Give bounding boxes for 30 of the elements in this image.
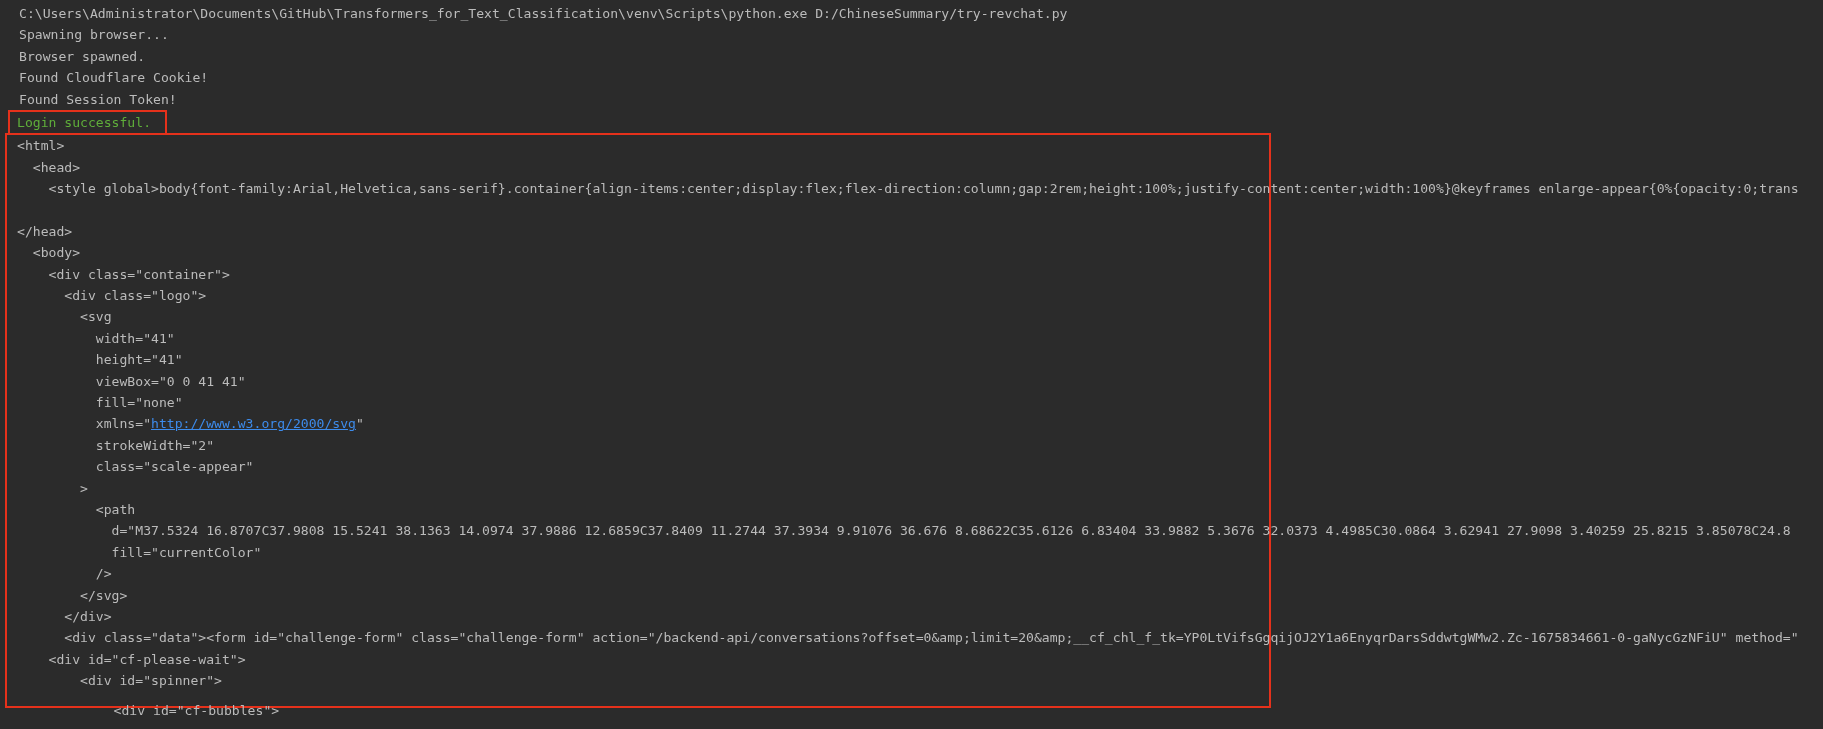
console-line: </svg> [79, 586, 128, 605]
console-line: width="41" [94, 329, 175, 348]
console-line: class="scale-appear" [94, 458, 254, 477]
console-line: C:\Users\Administrator\Documents\GitHub\Transformers_for_Text_Classification\venv\Scripts\python.exe D:/ChineseSummary/try-revchat.py [19, 5, 1068, 23]
console-line: <head> [31, 158, 81, 177]
console-line: </div> [63, 607, 112, 626]
console-line: viewBox="0 0 41 41" [94, 372, 246, 391]
console-line: Found Session Token! [19, 90, 177, 109]
console-line: <path [94, 501, 136, 519]
console-line: > [79, 479, 88, 498]
console-line: Found Cloudflare Cookie! [19, 69, 209, 88]
console-line: Login successful. [17, 113, 151, 132]
console-line: <svg [79, 308, 112, 327]
console-line: fill="none" [94, 394, 183, 413]
console-line: <body> [31, 244, 81, 263]
console-line: Spawning browser... [19, 26, 169, 45]
console-line: <div id="spinner"> [79, 672, 222, 691]
console-line: strokeWidth="2" [94, 436, 215, 455]
console-line: Browser spawned. [19, 47, 146, 66]
link[interactable]: http://www.w3.org/2000/svg [151, 416, 356, 432]
console-line: <div class="logo"> [63, 287, 207, 306]
console-line: /> [94, 565, 112, 584]
console-text: " [356, 416, 364, 432]
console-line: <div id="cf-please-wait"> [47, 650, 246, 669]
console-line: <div class="container"> [47, 265, 230, 284]
console-line: </head> [17, 222, 73, 241]
console-line: <html> [17, 137, 65, 156]
console-text: xmlns=" [94, 416, 151, 432]
console-line: fill="currentColor" [110, 543, 262, 562]
console-line: height="41" [94, 351, 183, 370]
